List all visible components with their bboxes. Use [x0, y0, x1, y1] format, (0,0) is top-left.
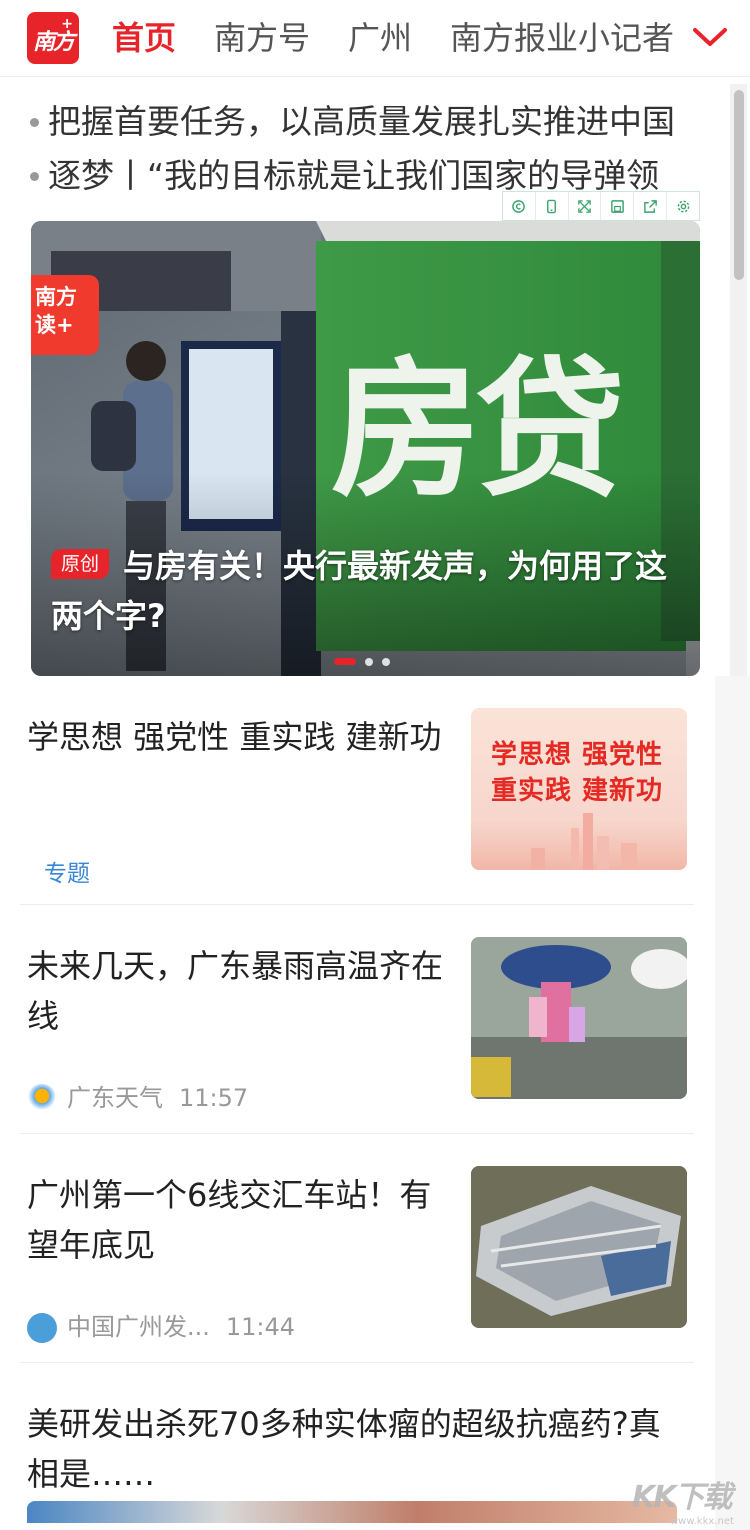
carousel-pager — [334, 651, 399, 666]
card-title: 未来几天，广东暴雨高温齐在线 — [27, 947, 444, 1035]
carousel-caption[interactable]: 原创 与房有关！央行最新发声，为何用了这两个字? — [51, 541, 681, 641]
card-source: 广东天气 — [67, 1084, 163, 1112]
card-thumbnail — [471, 1166, 687, 1328]
app-logo[interactable]: 南方 + — [27, 12, 79, 64]
ticker-text: 把握首要任务，以高质量发展扎实推进中国 — [48, 102, 675, 141]
watermark-url: www.kkx.net — [670, 1516, 734, 1527]
news-feed: 学思想 强党性 重实践 建新功 专题 学思想 强党性 重实践 建新功 未来几天，… — [20, 676, 694, 1523]
copyright-icon[interactable] — [503, 192, 536, 220]
ticker-text: 逐梦丨“我的目标就是让我们国家的导弹领 — [48, 156, 660, 195]
source-badge: 南方 读+ — [31, 275, 99, 355]
tab-guangzhou[interactable]: 广州 — [348, 0, 412, 76]
image-toolbar — [502, 191, 700, 221]
news-card[interactable]: 学思想 强党性 重实践 建新功 专题 学思想 强党性 重实践 建新功 — [20, 676, 694, 905]
page-gutter — [715, 676, 750, 1530]
tab-home[interactable]: 首页 — [112, 0, 176, 76]
rain-photo — [471, 937, 687, 1099]
settings-icon[interactable] — [667, 192, 699, 220]
card-title: 学思想 强党性 重实践 建新功 — [27, 718, 442, 756]
card-thumbnail: 学思想 强党性 重实践 建新功 — [471, 708, 687, 870]
card-thumbnail — [471, 937, 687, 1099]
caption-text: 与房有关！央行最新发声，为何用了这两个字? — [51, 547, 668, 635]
bullet-dot — [30, 172, 39, 181]
share-icon[interactable] — [634, 192, 668, 220]
card-title: 广州第一个6线交汇车站！有望年底见 — [27, 1176, 432, 1264]
tab-reporter[interactable]: 南方报业小记者 — [450, 0, 674, 76]
original-tag: 原创 — [51, 549, 110, 579]
phone-icon[interactable] — [536, 192, 569, 220]
card-source: 中国广州发... — [67, 1313, 210, 1341]
weather-source-icon — [27, 1084, 57, 1114]
channel-tabs: 首页 南方号 广州 南方报业小记者 — [112, 0, 680, 76]
card-time: 11:57 — [179, 1084, 249, 1112]
news-card[interactable]: 广州第一个6线交汇车站！有望年底见 中国广州发... 11:44 — [20, 1134, 694, 1363]
fullscreen-icon[interactable] — [569, 192, 602, 220]
chevron-down-icon[interactable] — [690, 20, 730, 56]
pager-dot[interactable] — [382, 657, 390, 666]
banner-text: 房贷 — [331, 344, 625, 518]
gzdev-source-icon — [27, 1313, 57, 1343]
scrollbar[interactable] — [730, 84, 747, 676]
headline-ticker: 把握首要任务，以高质量发展扎实推进中国 逐梦丨“我的目标就是让我们国家的导弹领 — [26, 96, 690, 206]
top-nav: 南方 + 首页 南方号 广州 南方报业小记者 — [0, 0, 750, 77]
topic-tag[interactable]: 专题 — [44, 854, 90, 888]
logo-plus: + — [61, 16, 73, 32]
bullet-dot — [30, 118, 39, 127]
thumb-text-line2: 重实践 建新功 — [491, 776, 664, 806]
pager-dot-active[interactable] — [334, 658, 356, 665]
news-card[interactable]: 美研发出杀死70多种实体瘤的超级抗癌药?真相是…… — [20, 1363, 694, 1523]
save-icon[interactable] — [601, 192, 635, 220]
thumb-text-line1: 学思想 强党性 — [491, 740, 664, 770]
watermark-logo: KK下载 — [632, 1480, 733, 1515]
card-title: 美研发出杀死70多种实体瘤的超级抗癌药?真相是…… — [27, 1405, 661, 1493]
pager-dot[interactable] — [365, 657, 373, 666]
station-photo — [471, 1166, 687, 1328]
card-thumbnail-partial — [27, 1501, 677, 1523]
ticker-item[interactable]: 把握首要任务，以高质量发展扎实推进中国 — [26, 96, 690, 150]
tab-nanfanghao[interactable]: 南方号 — [214, 0, 310, 76]
card-meta: 中国广州发... 11:44 — [27, 1312, 295, 1343]
scroll-thumb[interactable] — [734, 90, 744, 280]
news-card[interactable]: 未来几天，广东暴雨高温齐在线 广东天气 11:57 — [20, 905, 694, 1134]
card-meta: 广东天气 11:57 — [27, 1083, 248, 1114]
headline-carousel[interactable]: 南方 读+ 房贷 原创 与房有关！央行最新发声，为何用了这两个字? — [31, 221, 700, 676]
card-time: 11:44 — [225, 1313, 296, 1341]
